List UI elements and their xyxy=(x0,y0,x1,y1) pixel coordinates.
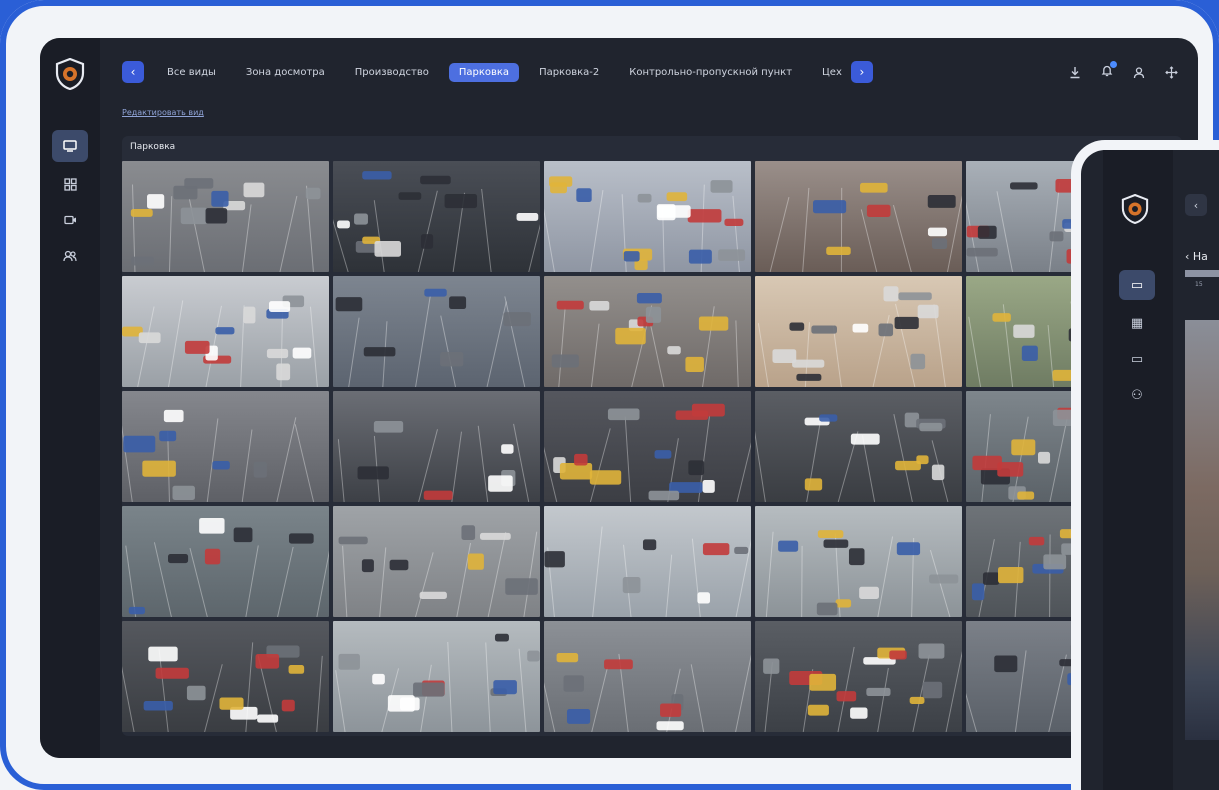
camera-feed-tile[interactable] xyxy=(122,621,329,732)
camera-icon: ▭ xyxy=(1130,351,1144,367)
tab-parking[interactable]: Парковка xyxy=(448,62,520,82)
view-tabs-bar: ‹ Все виды Зона досмотра Производство Па… xyxy=(122,60,1178,84)
camera-feed-image xyxy=(122,276,329,387)
shield-logo-icon xyxy=(55,58,85,90)
camera-feed-tile[interactable] xyxy=(755,391,962,502)
secondary-video-feed xyxy=(1185,320,1219,740)
camera-feed-tile[interactable] xyxy=(755,161,962,272)
monitor-icon xyxy=(63,140,77,152)
camera-feed-image xyxy=(755,391,962,502)
main-device-screen: ‹ Все виды Зона досмотра Производство Па… xyxy=(40,38,1198,758)
camera-icon xyxy=(63,215,76,225)
secondary-sidebar-monitor[interactable]: ▭ xyxy=(1119,270,1155,300)
main-area: ‹ Все виды Зона досмотра Производство Па… xyxy=(100,38,1198,758)
users-icon: ⚇ xyxy=(1131,387,1143,403)
camera-feed-image xyxy=(122,621,329,732)
camera-feed-tile[interactable] xyxy=(544,391,751,502)
camera-feed-image xyxy=(122,506,329,617)
edit-view-link[interactable]: Редактировать вид xyxy=(122,108,204,117)
secondary-progress-bar xyxy=(1185,270,1219,277)
monitor-icon: ▭ xyxy=(1130,277,1144,293)
camera-feed-image xyxy=(333,391,540,502)
tab-inspection-zone[interactable]: Зона досмотра xyxy=(236,63,335,82)
users-icon xyxy=(63,250,77,262)
camera-feed-tile[interactable] xyxy=(333,621,540,732)
camera-feed-image xyxy=(755,506,962,617)
secondary-number: 15 xyxy=(1195,281,1203,288)
camera-feed-tile[interactable] xyxy=(333,391,540,502)
chevron-right-icon: › xyxy=(859,65,865,79)
camera-feed-tile[interactable] xyxy=(333,506,540,617)
secondary-sidebar-grid[interactable]: ▦ xyxy=(1119,308,1155,338)
chevron-left-icon: ‹ xyxy=(1193,198,1199,212)
camera-feed-tile[interactable] xyxy=(544,276,751,387)
panel-title: Парковка xyxy=(130,142,176,152)
camera-feed-image xyxy=(755,621,962,732)
grid-icon xyxy=(63,177,77,191)
camera-grid xyxy=(122,161,1182,732)
tab-checkpoint[interactable]: Контрольно-пропускной пункт xyxy=(619,63,802,82)
move-icon[interactable] xyxy=(1165,65,1178,79)
shield-logo-icon xyxy=(1121,194,1149,224)
camera-feed-image xyxy=(333,161,540,272)
camera-feed-image xyxy=(333,276,540,387)
sidebar-item-users[interactable] xyxy=(52,240,88,272)
secondary-back-label: Ha xyxy=(1192,250,1208,263)
camera-feed-image xyxy=(544,621,751,732)
camera-feed-image xyxy=(333,621,540,732)
camera-feed-image xyxy=(755,161,962,272)
sidebar-item-grid[interactable] xyxy=(52,168,88,200)
sidebar-item-monitor[interactable] xyxy=(52,130,88,162)
camera-feed-image xyxy=(122,161,329,272)
top-actions xyxy=(1069,60,1178,84)
tab-workshop[interactable]: Цех xyxy=(812,63,842,82)
user-icon[interactable] xyxy=(1133,66,1145,79)
secondary-sidebar-users[interactable]: ⚇ xyxy=(1119,380,1155,410)
secondary-back-link[interactable]: ‹ Ha xyxy=(1185,250,1208,263)
camera-feed-tile[interactable] xyxy=(755,276,962,387)
camera-feed-tile[interactable] xyxy=(755,621,962,732)
secondary-sidebar-camera[interactable]: ▭ xyxy=(1119,344,1155,374)
camera-feed-tile[interactable] xyxy=(122,276,329,387)
camera-feed-tile[interactable] xyxy=(755,506,962,617)
tab-production[interactable]: Производство xyxy=(345,63,439,82)
grid-icon: ▦ xyxy=(1130,315,1144,331)
camera-feed-tile[interactable] xyxy=(122,506,329,617)
camera-feed-tile[interactable] xyxy=(544,621,751,732)
sidebar xyxy=(40,38,100,758)
camera-feed-tile[interactable] xyxy=(544,161,751,272)
notification-dot xyxy=(1110,60,1117,68)
camera-feed-image xyxy=(544,391,751,502)
camera-feed-image xyxy=(544,506,751,617)
tab-parking-2[interactable]: Парковка-2 xyxy=(529,63,609,82)
camera-feed-tile[interactable] xyxy=(544,506,751,617)
camera-panel: Парковка xyxy=(122,136,1182,736)
camera-feed-image xyxy=(333,506,540,617)
camera-feed-tile[interactable] xyxy=(122,391,329,502)
secondary-device-screen: ▭ ▦ ▭ ⚇ ‹ ‹ Ha 15 xyxy=(1071,140,1219,790)
camera-feed-tile[interactable] xyxy=(122,161,329,272)
tabs-next-button[interactable]: › xyxy=(850,61,873,83)
secondary-prev-button[interactable]: ‹ xyxy=(1185,194,1207,216)
tab-all-views[interactable]: Все виды xyxy=(157,63,226,82)
tabs-prev-button[interactable]: ‹ xyxy=(122,61,144,83)
chevron-left-icon: ‹ xyxy=(130,65,136,79)
secondary-sidebar xyxy=(1103,150,1173,790)
notifications-button[interactable] xyxy=(1101,60,1117,81)
camera-feed-image xyxy=(755,276,962,387)
camera-feed-image xyxy=(122,391,329,502)
camera-feed-image xyxy=(544,161,751,272)
camera-feed-tile[interactable] xyxy=(333,161,540,272)
camera-feed-tile[interactable] xyxy=(333,276,540,387)
download-icon[interactable] xyxy=(1069,66,1081,79)
camera-feed-image xyxy=(544,276,751,387)
sidebar-item-camera[interactable] xyxy=(52,204,88,236)
